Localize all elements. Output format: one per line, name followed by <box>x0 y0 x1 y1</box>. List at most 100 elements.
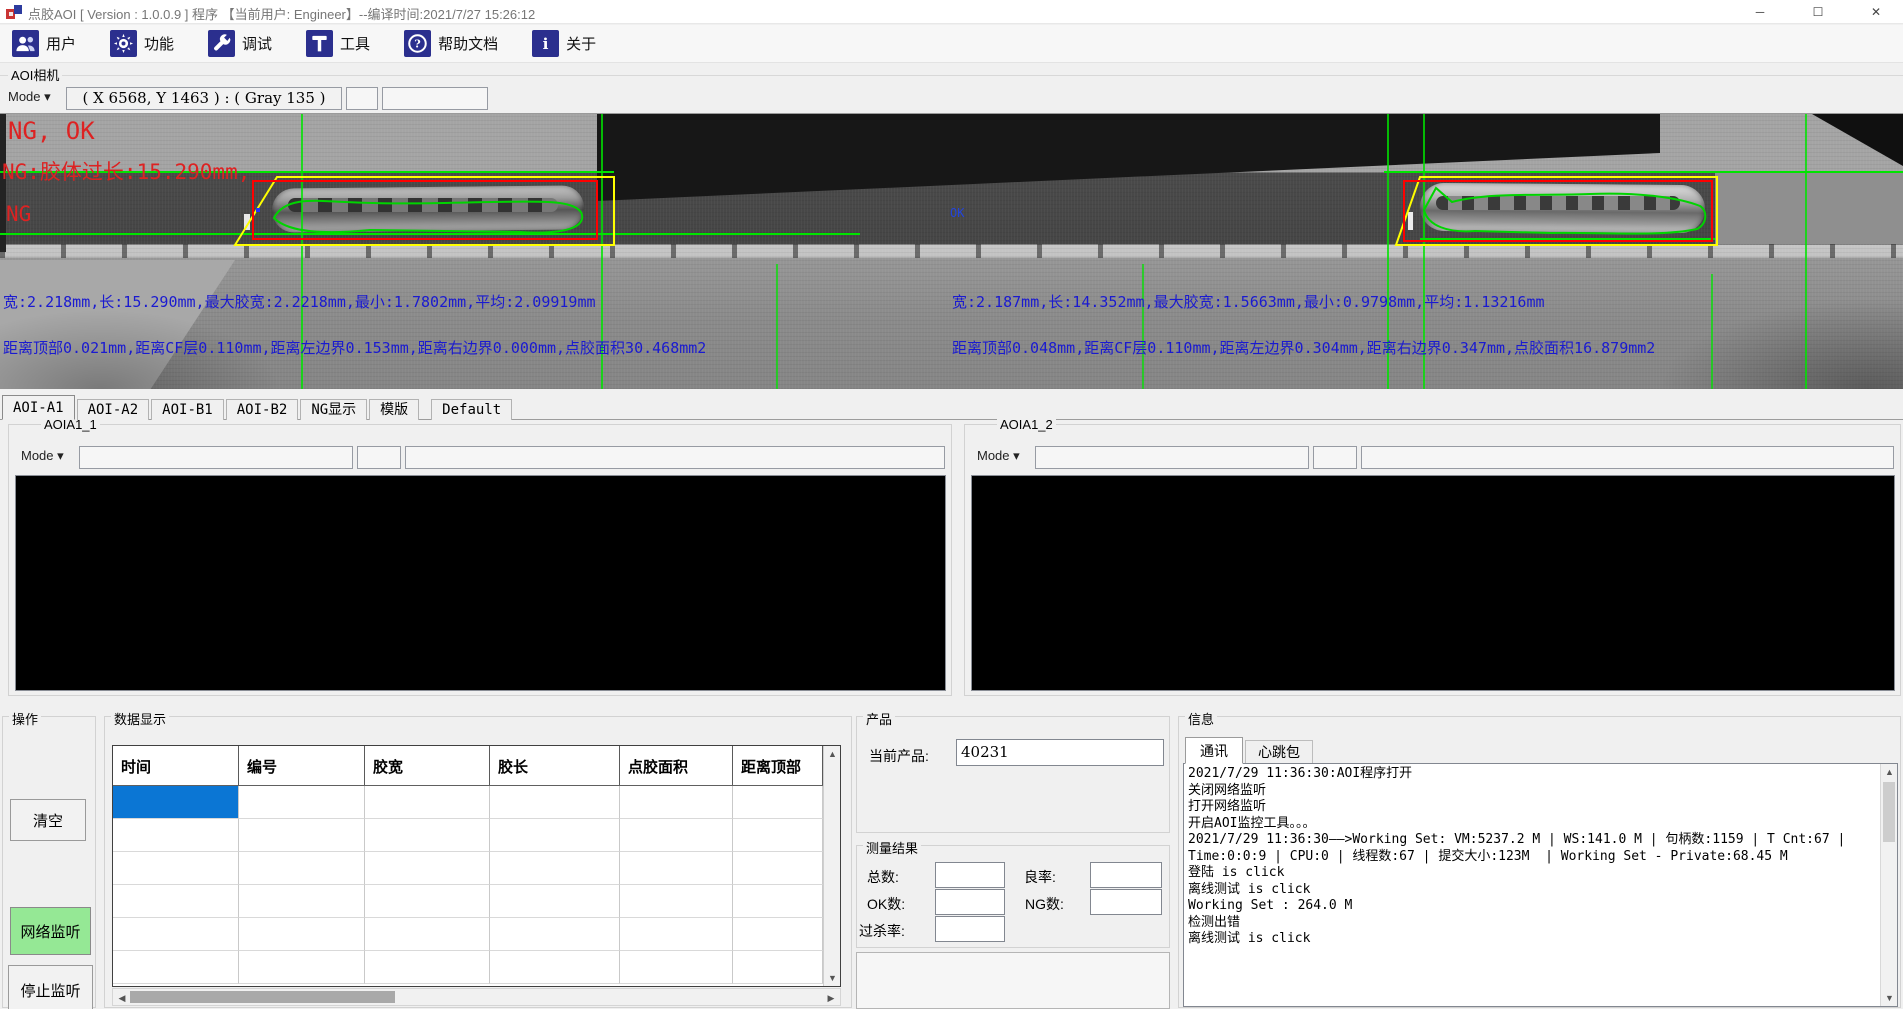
scroll-up-icon[interactable]: ▲ <box>824 749 841 759</box>
table-cell[interactable] <box>490 786 620 819</box>
users-icon <box>12 30 39 57</box>
panel1-mode-dropdown[interactable]: Mode ▾ <box>17 445 68 467</box>
table-cell[interactable] <box>365 852 490 885</box>
scroll-left-icon[interactable]: ◀ <box>115 993 129 1004</box>
table-cell[interactable] <box>113 885 239 918</box>
table-cell[interactable] <box>733 819 823 852</box>
table-cell[interactable] <box>733 951 823 984</box>
table-cell[interactable] <box>365 918 490 951</box>
scrollbar-thumb[interactable] <box>130 991 395 1003</box>
table-cell[interactable] <box>490 951 620 984</box>
ng-count-label: NG数: <box>1025 894 1064 914</box>
table-cell[interactable] <box>490 885 620 918</box>
comm-log-area[interactable]: 2021/7/29 11:36:30:AOI程序打开关闭网络监听打开网络监听开启… <box>1183 763 1898 1007</box>
column-header[interactable]: 时间 <box>113 746 239 785</box>
tab-default[interactable]: Default <box>431 399 512 420</box>
camera-image-viewer[interactable]: NG, OK NG:胶体过长:15.290mm, NG OK 宽:2.218mm… <box>0 113 1903 389</box>
tab-模版[interactable]: 模版 <box>369 399 419 420</box>
table-horizontal-scrollbar[interactable]: ◀ ▶ <box>112 988 841 1006</box>
overkill-rate-field[interactable] <box>935 916 1005 942</box>
camera-mode-dropdown[interactable]: Mode ▾ <box>4 86 55 108</box>
current-product-label: 当前产品: <box>869 746 929 766</box>
stop-listen-button[interactable]: 停止监听 <box>8 965 93 1009</box>
scroll-down-icon[interactable]: ▼ <box>1881 993 1898 1003</box>
table-cell[interactable] <box>733 918 823 951</box>
table-cell[interactable] <box>113 951 239 984</box>
table-cell[interactable] <box>239 786 365 819</box>
table-cell[interactable] <box>239 819 365 852</box>
table-cell[interactable] <box>365 819 490 852</box>
overlay-result-text: NG, OK <box>8 117 95 145</box>
network-listen-button[interactable]: 网络监听 <box>10 907 91 955</box>
table-row <box>113 852 840 885</box>
table-cell[interactable] <box>620 819 733 852</box>
log-line: 登陆 is click <box>1188 865 1877 882</box>
table-cell[interactable] <box>490 852 620 885</box>
overlay-right-measurements-1: 宽:2.187mm,长:14.352mm,最大胶宽:1.5663mm,最小:0.… <box>952 291 1545 312</box>
table-cell[interactable] <box>490 819 620 852</box>
table-cell[interactable] <box>113 786 239 819</box>
table-cell[interactable] <box>365 786 490 819</box>
tab-aoi-b1[interactable]: AOI-B1 <box>151 399 224 420</box>
table-cell[interactable] <box>620 951 733 984</box>
column-header[interactable]: 胶长 <box>490 746 620 785</box>
table-cell[interactable] <box>620 786 733 819</box>
toolbar-button-users[interactable]: 用户 <box>8 28 80 59</box>
tab-aoi-a2[interactable]: AOI-A2 <box>77 399 150 420</box>
table-cell[interactable] <box>733 786 823 819</box>
column-header[interactable]: 距离顶部 <box>733 746 823 785</box>
toolbar-button-info[interactable]: i关于 <box>528 28 600 59</box>
panel1-image-display[interactable] <box>15 475 946 691</box>
tab-comm[interactable]: 通讯 <box>1185 737 1243 764</box>
scrollbar-thumb[interactable] <box>1883 782 1895 842</box>
tab-heartbeat[interactable]: 心跳包 <box>1245 740 1313 764</box>
table-cell[interactable] <box>620 852 733 885</box>
table-cell[interactable] <box>620 885 733 918</box>
ok-count-field[interactable] <box>935 889 1005 915</box>
table-cell[interactable] <box>113 918 239 951</box>
table-vertical-scrollbar[interactable]: ▲ ▼ <box>823 746 840 986</box>
log-line: 开启AOI监控工具。。。 <box>1188 816 1877 833</box>
table-cell[interactable] <box>239 951 365 984</box>
ng-count-field[interactable] <box>1090 889 1162 915</box>
table-cell[interactable] <box>239 885 365 918</box>
total-count-field[interactable] <box>935 862 1005 888</box>
minimize-button[interactable]: ─ <box>1735 0 1785 24</box>
toolbar-button-hammer[interactable]: 工具 <box>302 28 374 59</box>
window-title: 点胶AOI [ Version : 1.0.0.9 ] 程序 【当前用户: En… <box>28 4 535 23</box>
toolbar-button-help[interactable]: ?帮助文档 <box>400 28 502 59</box>
panel-group-label: AOIA1_2 <box>997 417 1056 432</box>
table-cell[interactable] <box>620 918 733 951</box>
toolbar: 用户 功能 调试工具 ?帮助文档 i关于 <box>0 25 1903 63</box>
tab-ng显示[interactable]: NG显示 <box>300 399 367 420</box>
table-cell[interactable] <box>239 918 365 951</box>
scroll-down-icon[interactable]: ▼ <box>824 973 841 983</box>
column-header[interactable]: 编号 <box>239 746 365 785</box>
toolbar-button-gear[interactable]: 功能 <box>106 28 178 59</box>
yield-rate-field[interactable] <box>1090 862 1162 888</box>
column-header[interactable]: 点胶面积 <box>620 746 733 785</box>
panel2-image-display[interactable] <box>971 475 1895 691</box>
table-cell[interactable] <box>239 852 365 885</box>
log-vertical-scrollbar[interactable]: ▲ ▼ <box>1880 764 1897 1006</box>
table-cell[interactable] <box>365 951 490 984</box>
toolbar-button-label: 功能 <box>144 33 174 54</box>
toolbar-button-wrench[interactable]: 调试 <box>204 28 276 59</box>
tab-aoi-b2[interactable]: AOI-B2 <box>226 399 299 420</box>
table-cell[interactable] <box>733 885 823 918</box>
scroll-right-icon[interactable]: ▶ <box>824 993 838 1004</box>
table-cell[interactable] <box>490 918 620 951</box>
table-cell[interactable] <box>113 819 239 852</box>
maximize-button[interactable]: ☐ <box>1793 0 1843 24</box>
panel2-mode-dropdown[interactable]: Mode ▾ <box>973 445 1024 467</box>
scroll-up-icon[interactable]: ▲ <box>1881 767 1898 777</box>
close-button[interactable]: ✕ <box>1851 0 1901 24</box>
table-cell[interactable] <box>113 852 239 885</box>
column-header[interactable]: 胶宽 <box>365 746 490 785</box>
panel2-status-box-1 <box>1035 446 1309 469</box>
table-cell[interactable] <box>365 885 490 918</box>
current-product-input[interactable]: 40231 <box>956 739 1164 766</box>
tab-aoi-a1[interactable]: AOI-A1 <box>2 395 75 420</box>
clear-button[interactable]: 清空 <box>10 799 86 841</box>
table-cell[interactable] <box>733 852 823 885</box>
